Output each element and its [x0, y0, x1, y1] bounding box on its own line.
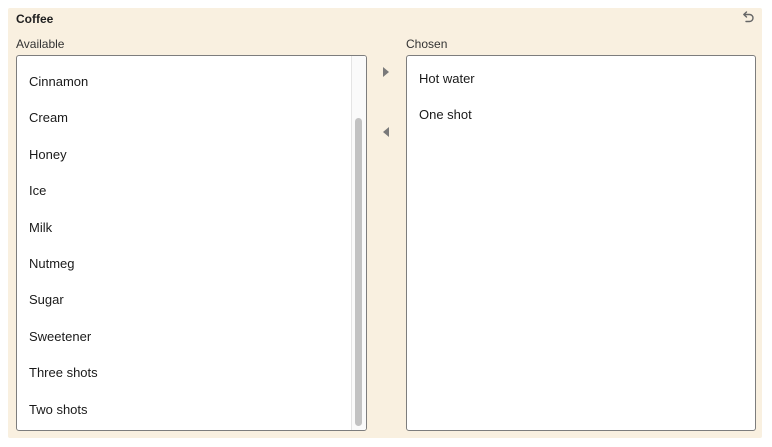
available-item[interactable]: Honey — [17, 137, 350, 173]
available-item[interactable]: Three shots — [17, 355, 350, 391]
move-to-chosen-button[interactable] — [377, 63, 395, 81]
triangle-left-icon — [383, 127, 389, 137]
panel-title: Coffee — [16, 12, 54, 26]
chosen-item[interactable]: Hot water — [407, 61, 755, 97]
available-item[interactable]: Cream — [17, 100, 350, 136]
available-item[interactable]: Milk — [17, 210, 350, 246]
scrollbar-thumb[interactable] — [355, 118, 362, 426]
undo-icon-graphic — [743, 11, 754, 23]
chosen-item[interactable]: One shot — [407, 97, 755, 133]
available-item[interactable]: Ice — [17, 173, 350, 209]
available-item[interactable]: Sweetener — [17, 319, 350, 355]
chosen-list[interactable]: Hot water One shot — [406, 55, 756, 431]
coffee-transfer-panel: Coffee Available Chosen Cinnamon Cream H… — [8, 8, 762, 438]
undo-icon[interactable] — [740, 10, 756, 26]
available-item[interactable]: Two shots — [17, 392, 350, 428]
available-scrollbar[interactable] — [351, 56, 366, 430]
move-to-available-button[interactable] — [377, 123, 395, 141]
available-list[interactable]: Cinnamon Cream Honey Ice Milk Nutmeg Sug… — [16, 55, 367, 431]
available-item[interactable]: Cinnamon — [17, 64, 350, 100]
available-item[interactable]: Sugar — [17, 282, 350, 318]
available-label: Available — [16, 37, 65, 51]
triangle-right-icon — [383, 67, 389, 77]
available-item[interactable]: Nutmeg — [17, 246, 350, 282]
chosen-label: Chosen — [406, 37, 448, 51]
